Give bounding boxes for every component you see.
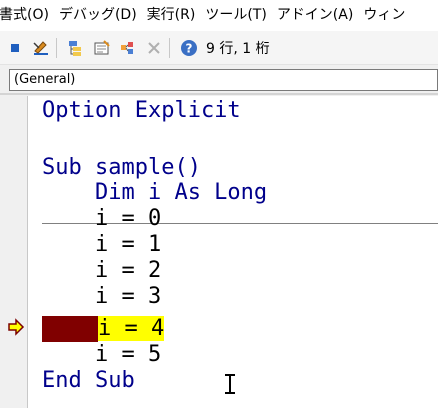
menu-format[interactable]: 書式(O) (0, 0, 54, 31)
menu-debug[interactable]: デバッグ(D) (54, 0, 142, 31)
code-line-option: Option Explicit (42, 98, 241, 123)
svg-text:?: ? (186, 41, 193, 55)
code-window-header: (General) (0, 65, 438, 95)
code-line-sub: Sub sample() (42, 155, 201, 180)
code-line: i = 1 (42, 232, 162, 257)
toolbox-button[interactable] (143, 37, 165, 59)
design-mode-icon (33, 40, 48, 55)
code-editor[interactable]: Option Explicit Sub sample() Dim i As Lo… (32, 96, 438, 408)
project-explorer-icon (69, 40, 81, 56)
code-line: i = 0 (42, 206, 162, 231)
menu-tools[interactable]: ツール(T) (200, 0, 271, 31)
reset-button[interactable] (4, 37, 26, 59)
properties-button[interactable] (91, 37, 113, 59)
code-line-end-sub: End Sub (42, 368, 135, 393)
code-line: i = 3 (42, 284, 162, 309)
object-dropdown[interactable]: (General) (9, 69, 438, 91)
menu-addins[interactable]: アドイン(A) (272, 0, 359, 31)
header-divider (0, 93, 438, 95)
execution-highlight: i = 4 (98, 316, 165, 341)
breakpoint-highlight (42, 316, 98, 342)
toolbar-separator (169, 37, 170, 58)
toolbar-separator (56, 37, 57, 58)
project-explorer-button[interactable] (65, 37, 87, 59)
indicator-margin[interactable] (0, 96, 28, 408)
cursor-position-status: 9 行, 1 桁 (206, 40, 270, 57)
stop-icon (11, 43, 19, 52)
menu-bar: 書式(O) デバッグ(D) 実行(R) ツール(T) アドイン(A) ウィン (0, 0, 438, 31)
object-browser-icon (121, 41, 133, 54)
code-line: i = 2 (42, 258, 162, 283)
help-icon: ? (181, 39, 197, 56)
text-cursor-icon (225, 374, 235, 394)
current-execution-line: i = 4 (98, 316, 165, 342)
execution-arrow-icon (8, 318, 25, 336)
help-button[interactable]: ? (178, 37, 200, 59)
menu-window[interactable]: ウィン (358, 0, 410, 31)
design-mode-button[interactable] (30, 37, 52, 59)
toolbar: ? 9 行, 1 桁 (0, 31, 438, 65)
menu-run[interactable]: 実行(R) (142, 0, 201, 31)
object-browser-button[interactable] (117, 37, 139, 59)
code-line-dim: Dim i As Long (42, 180, 268, 205)
code-line: i = 5 (42, 342, 162, 367)
toolbox-icon (148, 41, 160, 54)
properties-icon (94, 39, 110, 54)
